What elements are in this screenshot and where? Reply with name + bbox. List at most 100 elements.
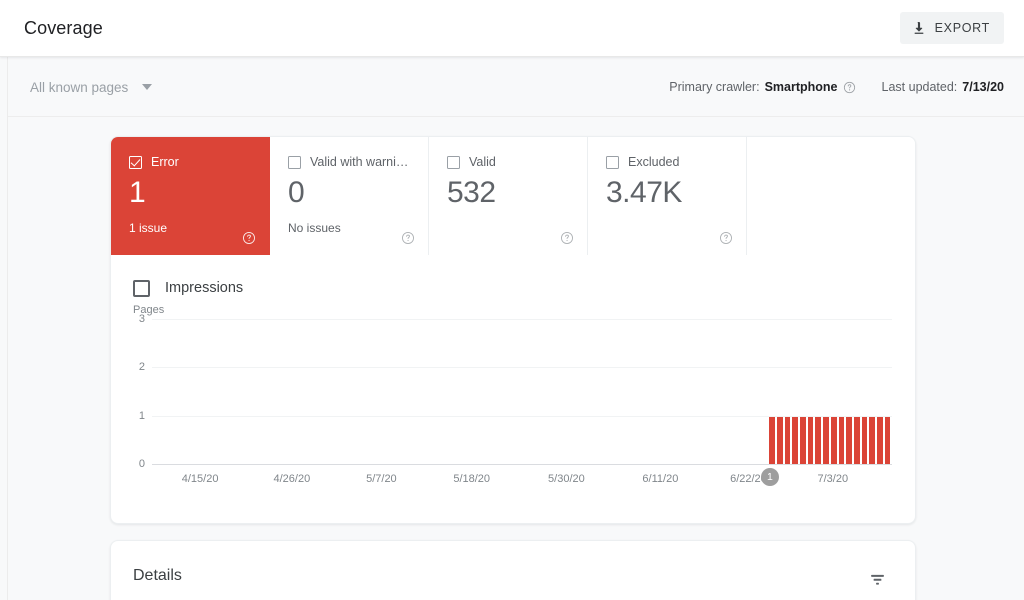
chart-bar-slot[interactable]: [244, 320, 252, 465]
chart-bar-slot[interactable]: [784, 320, 792, 465]
chart-bar-slot[interactable]: [853, 320, 861, 465]
chart-bar-slot[interactable]: [499, 320, 507, 465]
chart-bar-slot[interactable]: [599, 320, 607, 465]
help-circle-icon[interactable]: [560, 231, 574, 245]
chart-bar-slot[interactable]: [722, 320, 730, 465]
chart-bar-slot[interactable]: [383, 320, 391, 465]
export-button[interactable]: EXPORT: [900, 12, 1004, 44]
chart-bar[interactable]: [831, 417, 837, 465]
chart-bar-slot[interactable]: [699, 320, 707, 465]
chart-bar-slot[interactable]: [553, 320, 561, 465]
chart-bar-slot[interactable]: [198, 320, 206, 465]
chart-bar-slot[interactable]: [583, 320, 591, 465]
chart-bar-slot[interactable]: [514, 320, 522, 465]
chart-bar-slot[interactable]: [884, 320, 892, 465]
impressions-toggle[interactable]: Impressions: [111, 255, 243, 303]
chart-bar-slot[interactable]: [522, 320, 530, 465]
chart-bar-slot[interactable]: [167, 320, 175, 465]
chart-bar-slot[interactable]: [537, 320, 545, 465]
chart-bar-slot[interactable]: [368, 320, 376, 465]
chart-bar-slot[interactable]: [560, 320, 568, 465]
chart-bar-slot[interactable]: [791, 320, 799, 465]
status-card-valid-with-warnings[interactable]: Valid with warnin… 0 No issues: [270, 137, 429, 255]
chart-bar-slot[interactable]: [606, 320, 614, 465]
chart-bar[interactable]: [885, 417, 891, 465]
chart-bar[interactable]: [869, 417, 875, 465]
chart-bar-slot[interactable]: [691, 320, 699, 465]
chart-bar-slot[interactable]: [214, 320, 222, 465]
chart-bar-slot[interactable]: [221, 320, 229, 465]
chart-bar-slot[interactable]: [191, 320, 199, 465]
checkbox-error[interactable]: [129, 156, 142, 169]
chart-bar-slot[interactable]: [152, 320, 160, 465]
chart-bar-slot[interactable]: [260, 320, 268, 465]
chart-bar-slot[interactable]: [237, 320, 245, 465]
chart-bar-slot[interactable]: [229, 320, 237, 465]
chart-bar-slot[interactable]: [268, 320, 276, 465]
chart-bar-slot[interactable]: [422, 320, 430, 465]
chart-bar-slot[interactable]: [714, 320, 722, 465]
chart-bar[interactable]: [792, 417, 798, 465]
chart-bar[interactable]: [808, 417, 814, 465]
chart-bar-slot[interactable]: [429, 320, 437, 465]
chart-bar-slot[interactable]: [483, 320, 491, 465]
chart-bar-slot[interactable]: [830, 320, 838, 465]
scope-filter-dropdown[interactable]: All known pages: [30, 80, 152, 95]
chart-bar-slot[interactable]: [753, 320, 761, 465]
help-circle-icon[interactable]: [843, 81, 856, 94]
chart-bar-slot[interactable]: [568, 320, 576, 465]
chart-bar-slot[interactable]: [506, 320, 514, 465]
chart-bar-slot[interactable]: [737, 320, 745, 465]
chart-bar-slot[interactable]: [684, 320, 692, 465]
chart-bar-slot[interactable]: [399, 320, 407, 465]
chart-bar-slot[interactable]: [352, 320, 360, 465]
chart-bar-slot[interactable]: [645, 320, 653, 465]
chart-bar-slot[interactable]: [576, 320, 584, 465]
chart-bar-slot[interactable]: [876, 320, 884, 465]
checkbox-impressions[interactable]: [133, 280, 150, 297]
chart-bar[interactable]: [854, 417, 860, 465]
chart-bar-slot[interactable]: [676, 320, 684, 465]
chart-bar[interactable]: [800, 417, 806, 465]
chart-bar-slot[interactable]: [545, 320, 553, 465]
chart-bar-slot[interactable]: [329, 320, 337, 465]
chart-bar-slot[interactable]: [614, 320, 622, 465]
chart-bar-slot[interactable]: [622, 320, 630, 465]
help-circle-icon[interactable]: [401, 231, 415, 245]
chart-bar-slot[interactable]: [845, 320, 853, 465]
chart-bar-slot[interactable]: [414, 320, 422, 465]
chart-bar-slot[interactable]: [491, 320, 499, 465]
chart-bar-slot[interactable]: [868, 320, 876, 465]
chart-bar-slot[interactable]: [653, 320, 661, 465]
chart-bar-slot[interactable]: [314, 320, 322, 465]
chart-bar-slot[interactable]: [529, 320, 537, 465]
chart-annotation-badge[interactable]: 1: [761, 468, 779, 486]
chart-bar-slot[interactable]: [660, 320, 668, 465]
chart-bar-slot[interactable]: [807, 320, 815, 465]
chart-bar-slot[interactable]: [298, 320, 306, 465]
chart-bar-slot[interactable]: [630, 320, 638, 465]
chart-bar-slot[interactable]: [337, 320, 345, 465]
chart-bar-slot[interactable]: [707, 320, 715, 465]
status-card-valid[interactable]: Valid 532: [429, 137, 588, 255]
chart-bar[interactable]: [839, 417, 845, 465]
chart-bar-slot[interactable]: [468, 320, 476, 465]
chart-bar-slot[interactable]: [476, 320, 484, 465]
chart-bar-slot[interactable]: [252, 320, 260, 465]
chart-bar-slot[interactable]: [406, 320, 414, 465]
chart-bar-slot[interactable]: [745, 320, 753, 465]
chart-bar-slot[interactable]: [445, 320, 453, 465]
checkbox-excluded[interactable]: [606, 156, 619, 169]
chart-bar-slot[interactable]: [452, 320, 460, 465]
chart-bar[interactable]: [769, 417, 775, 465]
chart-bar-slot[interactable]: [861, 320, 869, 465]
chart-bar-slot[interactable]: [160, 320, 168, 465]
chart-bar-slot[interactable]: [206, 320, 214, 465]
chart-bar[interactable]: [877, 417, 883, 465]
chart-bar[interactable]: [823, 417, 829, 465]
chart-bar-slot[interactable]: [391, 320, 399, 465]
chart-bar-slot[interactable]: [814, 320, 822, 465]
chart-bar[interactable]: [862, 417, 868, 465]
chart-bar[interactable]: [846, 417, 852, 465]
checkbox-valid-with-warnings[interactable]: [288, 156, 301, 169]
